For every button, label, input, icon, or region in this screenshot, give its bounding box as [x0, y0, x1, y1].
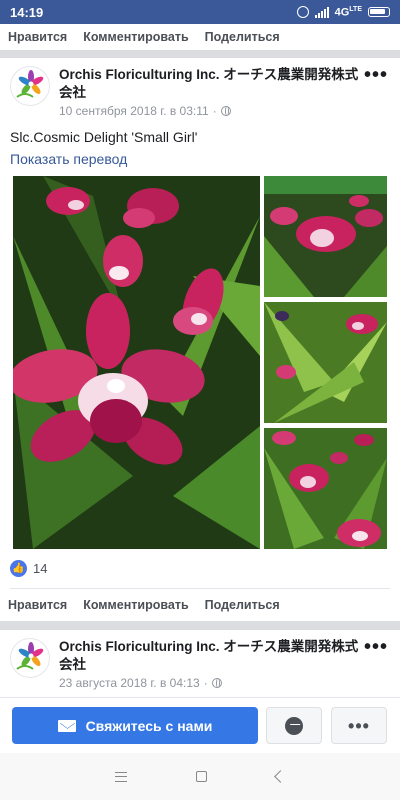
post-timestamp[interactable]: 10 сентября 2018 г. в 03:11: [59, 104, 209, 118]
back-icon[interactable]: [274, 770, 288, 783]
orchis-logo-icon: [16, 642, 44, 670]
photo-grid: [13, 176, 387, 549]
share-button[interactable]: Поделиться: [205, 30, 280, 44]
comment-button[interactable]: Комментировать: [83, 30, 188, 44]
post-header: Orchis Floriculturing Inc. オーチス農業開発株式会社 …: [0, 58, 400, 118]
globe-icon: [220, 106, 231, 116]
page-name[interactable]: Orchis Floriculturing Inc. オーチス農業開発株式会社: [59, 66, 359, 102]
network-type: 4GLTE: [334, 5, 362, 19]
messenger-icon: [285, 716, 303, 735]
orchid-image: [264, 176, 387, 297]
page-name[interactable]: Orchis Floriculturing Inc. オーチス農業開発株式会社: [59, 638, 359, 674]
menu-icon[interactable]: [114, 771, 127, 782]
post-header: Orchis Floriculturing Inc. オーチス農業開発株式会社 …: [0, 630, 400, 690]
status-icons: 4GLTE: [296, 5, 390, 19]
status-bar: 14:19 4GLTE: [0, 0, 400, 24]
show-translation-link[interactable]: Показать перевод: [10, 151, 127, 167]
page-cta-bar: Свяжитесь с нами •••: [0, 697, 400, 753]
orchid-image: [13, 176, 260, 549]
page-avatar[interactable]: [10, 638, 50, 678]
system-navigation-bar: [0, 753, 400, 800]
likes-count: 14: [33, 561, 48, 576]
messenger-button[interactable]: [266, 707, 322, 744]
orchid-image: [264, 428, 387, 549]
orchid-image: [264, 302, 387, 423]
orchid-photo-thumb-1[interactable]: [264, 176, 387, 297]
globe-icon: [211, 678, 222, 688]
more-options-button[interactable]: •••: [364, 637, 388, 657]
more-options-button[interactable]: •••: [364, 65, 388, 85]
clock: 14:19: [10, 4, 44, 20]
post-text: Slc.Cosmic Delight 'Small Girl': [10, 129, 198, 145]
signal-icon: [314, 6, 329, 18]
battery-icon: [368, 7, 390, 17]
share-button[interactable]: Поделиться: [205, 598, 280, 612]
alarm-icon: [296, 6, 309, 18]
like-button[interactable]: Нравится: [8, 598, 67, 612]
post-timestamp[interactable]: 23 августа 2018 г. в 04:13: [59, 676, 200, 690]
post-meta: 23 августа 2018 г. в 04:13 ·: [59, 676, 222, 690]
more-button[interactable]: •••: [331, 707, 387, 744]
post-actions: Нравится Комментировать Поделиться: [0, 589, 400, 621]
more-dots-icon: •••: [348, 715, 370, 736]
orchis-logo-icon: [16, 70, 44, 98]
reactions-summary[interactable]: 👍 14: [10, 560, 47, 577]
home-icon[interactable]: [195, 771, 207, 782]
contact-us-button[interactable]: Свяжитесь с нами: [12, 707, 258, 744]
orchid-photo-thumb-2[interactable]: [264, 302, 387, 423]
post-card: Orchis Floriculturing Inc. オーチス農業開発株式会社 …: [0, 630, 400, 697]
page-avatar[interactable]: [10, 66, 50, 106]
like-button[interactable]: Нравится: [8, 30, 67, 44]
contact-us-label: Свяжитесь с нами: [85, 717, 213, 734]
previous-post-actions: Нравится Комментировать Поделиться: [0, 24, 400, 50]
orchid-photo-main[interactable]: [13, 176, 260, 549]
comment-button[interactable]: Комментировать: [83, 598, 188, 612]
envelope-icon: [57, 719, 76, 732]
post-card: Orchis Floriculturing Inc. オーチス農業開発株式会社 …: [0, 58, 400, 621]
post-meta: 10 сентября 2018 г. в 03:11 ·: [59, 104, 231, 118]
orchid-photo-thumb-3[interactable]: [264, 428, 387, 549]
thumbs-up-icon: 👍: [10, 560, 27, 577]
